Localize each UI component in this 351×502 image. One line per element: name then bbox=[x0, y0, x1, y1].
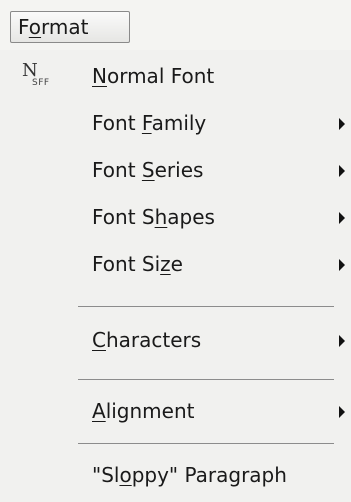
label-part: haracters bbox=[105, 328, 202, 352]
label-part: apes bbox=[167, 205, 215, 229]
label-mnemonic: N bbox=[92, 64, 107, 88]
normal-font-icon: N SFF bbox=[20, 61, 60, 95]
label-mnemonic: F bbox=[141, 111, 152, 135]
menu-item-font-shapes[interactable]: Font Shapes bbox=[0, 196, 351, 240]
format-menu-button[interactable]: Format bbox=[10, 11, 130, 43]
menu-item-font-series[interactable]: Font Series bbox=[0, 149, 351, 193]
submenu-arrow-icon bbox=[339, 118, 345, 130]
label-part: "Sl bbox=[92, 463, 120, 487]
menu-item-alignment[interactable]: Alignment bbox=[0, 390, 351, 434]
menu-item-label: Alignment bbox=[92, 398, 194, 424]
format-menu-mnemonic: o bbox=[28, 15, 42, 39]
menu-item-font-size[interactable]: Font Size bbox=[0, 243, 351, 287]
menu-item-sloppy-paragraph[interactable]: "Sloppy" Paragraph bbox=[0, 454, 351, 498]
submenu-arrow-icon bbox=[339, 335, 345, 347]
label-mnemonic: o bbox=[119, 463, 132, 487]
format-dropdown-menu: N SFF Normal Font Font Family Font Serie… bbox=[0, 50, 351, 502]
label-part: Font bbox=[92, 111, 142, 135]
label-part: eries bbox=[154, 158, 204, 182]
label-mnemonic: C bbox=[92, 328, 106, 352]
menu-separator bbox=[78, 379, 334, 380]
submenu-arrow-icon bbox=[339, 406, 345, 418]
menu-item-label: Font Series bbox=[92, 157, 203, 183]
format-menu-label-part: F bbox=[18, 15, 29, 39]
label-part: ormal Font bbox=[106, 64, 215, 88]
menu-item-label: Characters bbox=[92, 327, 201, 353]
label-mnemonic: h bbox=[154, 205, 168, 229]
menu-item-normal-font[interactable]: N SFF Normal Font bbox=[0, 55, 351, 99]
label-part: Font Si bbox=[92, 252, 161, 276]
submenu-arrow-icon bbox=[339, 259, 345, 271]
menu-item-label: Font Size bbox=[92, 251, 183, 277]
label-mnemonic: z bbox=[160, 252, 171, 276]
label-part: lignment bbox=[105, 399, 195, 423]
label-part: Font S bbox=[92, 205, 155, 229]
menu-item-label: Normal Font bbox=[92, 63, 214, 89]
label-mnemonic: A bbox=[92, 399, 106, 423]
label-part: ppy" Paragraph bbox=[131, 463, 287, 487]
menu-item-characters[interactable]: Characters bbox=[0, 319, 351, 363]
submenu-arrow-icon bbox=[339, 212, 345, 224]
label-part: e bbox=[170, 252, 183, 276]
menu-item-label: Font Shapes bbox=[92, 204, 215, 230]
label-part: Font bbox=[92, 158, 142, 182]
submenu-arrow-icon bbox=[339, 165, 345, 177]
format-menu-label-part: rmat bbox=[41, 15, 89, 39]
normal-font-icon-subscript: SFF bbox=[32, 78, 50, 88]
menu-separator bbox=[78, 306, 334, 307]
label-part: amily bbox=[151, 111, 207, 135]
menu-item-label: "Sloppy" Paragraph bbox=[92, 462, 287, 488]
menu-item-font-family[interactable]: Font Family bbox=[0, 102, 351, 146]
menu-item-label: Font Family bbox=[92, 110, 206, 136]
format-menu-screen: Format N SFF Normal Font Font Family Fon… bbox=[0, 0, 351, 502]
menu-separator bbox=[78, 443, 334, 444]
label-mnemonic: S bbox=[141, 158, 155, 182]
